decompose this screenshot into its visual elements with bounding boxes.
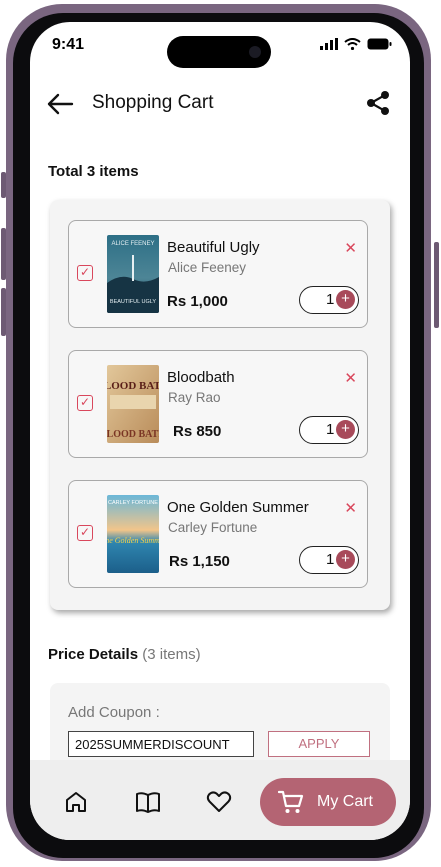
share-icon[interactable]	[366, 90, 390, 116]
status-time: 9:41	[52, 36, 85, 53]
bottom-nav: My Cart	[30, 760, 410, 840]
book-cover-image: BLOOD BATH BLOOD BATH	[107, 365, 159, 443]
signal-icon	[320, 38, 338, 50]
plus-icon[interactable]: +	[336, 550, 355, 569]
quantity-value: 1	[326, 291, 335, 308]
item-author: Alice Feeney	[168, 260, 247, 275]
battery-icon	[367, 38, 392, 50]
plus-icon[interactable]: +	[336, 290, 355, 309]
wifi-icon	[344, 38, 361, 50]
app-header: Shopping Cart	[30, 88, 410, 124]
item-checkbox[interactable]: ✓	[77, 525, 93, 541]
book-icon[interactable]	[134, 790, 162, 814]
cover-title-text: BLOOD BATH	[107, 380, 159, 392]
item-price: Rs 1,150	[169, 553, 230, 570]
item-title: One Golden Summer	[167, 499, 309, 516]
price-details-count: (3 items)	[142, 646, 201, 663]
quantity-value: 1	[326, 551, 335, 568]
cart-icon	[278, 790, 304, 813]
item-checkbox[interactable]: ✓	[77, 395, 93, 411]
check-icon: ✓	[79, 395, 91, 409]
cart-item: ✓ ALICE FEENEY BEAUTIFUL UGLY Beautiful …	[68, 220, 368, 328]
close-icon[interactable]: ✕	[344, 369, 357, 387]
my-cart-label: My Cart	[317, 793, 373, 810]
power-button	[434, 242, 439, 328]
page-title: Shopping Cart	[92, 92, 214, 113]
book-cover-image: CARLEY FORTUNE One Golden Summer	[107, 495, 159, 573]
cover-title-text-repeat: BLOOD BATH	[107, 429, 159, 440]
item-price: Rs 1,000	[167, 293, 228, 310]
item-author: Ray Rao	[168, 390, 221, 405]
back-arrow-icon[interactable]	[46, 92, 74, 116]
dynamic-island	[167, 36, 271, 68]
heart-icon[interactable]	[206, 790, 232, 814]
cover-author-text: ALICE FEENEY	[111, 241, 154, 247]
check-icon: ✓	[79, 525, 91, 539]
cover-author-text: CARLEY FORTUNE	[108, 500, 158, 506]
quantity-stepper[interactable]: 1 +	[299, 416, 359, 444]
check-icon: ✓	[79, 265, 91, 279]
home-icon[interactable]	[64, 790, 88, 814]
item-checkbox[interactable]: ✓	[77, 265, 93, 281]
cover-title-text: One Golden Summer	[107, 536, 159, 545]
cart-list: ✓ ALICE FEENEY BEAUTIFUL UGLY Beautiful …	[50, 200, 390, 610]
apply-coupon-button[interactable]: APPLY	[268, 731, 370, 757]
my-cart-button[interactable]: My Cart	[260, 778, 396, 826]
item-author: Carley Fortune	[168, 520, 258, 535]
coupon-label: Add Coupon :	[68, 704, 160, 721]
quantity-stepper[interactable]: 1 +	[299, 286, 359, 314]
plus-icon[interactable]: +	[336, 420, 355, 439]
quantity-value: 1	[326, 421, 335, 438]
status-icons	[320, 38, 392, 50]
cover-title-text: BEAUTIFUL UGLY	[110, 299, 156, 305]
close-icon[interactable]: ✕	[344, 239, 357, 257]
cart-item: ✓ CARLEY FORTUNE One Golden Summer One G…	[68, 480, 368, 588]
close-icon[interactable]: ✕	[344, 499, 357, 517]
coupon-input[interactable]	[68, 731, 254, 757]
book-cover-image: ALICE FEENEY BEAUTIFUL UGLY	[107, 235, 159, 313]
item-title: Beautiful Ugly	[167, 239, 260, 256]
item-price: Rs 850	[173, 423, 222, 440]
price-details-label: Price Details	[48, 646, 139, 663]
cart-total-label: Total 3 items	[48, 163, 139, 180]
app-screen: 9:41 Shopping Cart Total 3 items ✓ ALICE…	[30, 22, 410, 840]
camera-icon	[249, 46, 261, 58]
price-details-heading: Price Details (3 items)	[48, 646, 201, 663]
cart-item: ✓ BLOOD BATH BLOOD BATH Bloodbath Ray Ra…	[68, 350, 368, 458]
quantity-stepper[interactable]: 1 +	[299, 546, 359, 574]
item-title: Bloodbath	[167, 369, 235, 386]
